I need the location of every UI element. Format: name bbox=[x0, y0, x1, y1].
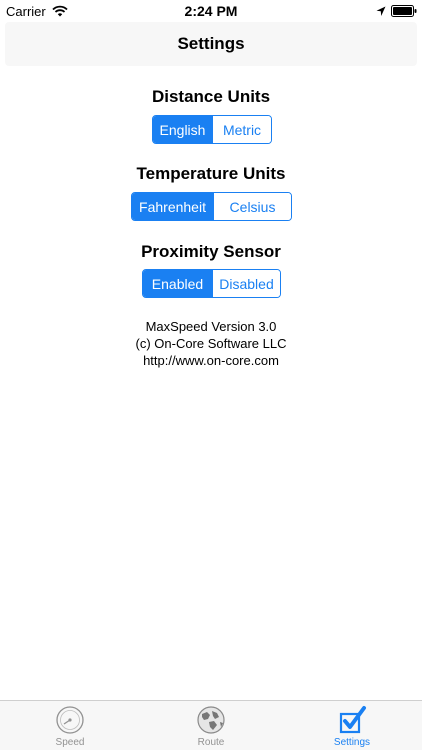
speedometer-icon bbox=[55, 705, 85, 735]
about-info: MaxSpeed Version 3.0 (c) On-Core Softwar… bbox=[0, 318, 422, 369]
status-bar: Carrier 2:24 PM bbox=[0, 0, 422, 22]
temperature-celsius-segment[interactable]: Celsius bbox=[213, 193, 291, 220]
proximity-enabled-segment[interactable]: Enabled bbox=[143, 270, 212, 297]
distance-metric-segment[interactable]: Metric bbox=[212, 116, 271, 143]
proximity-sensor-control[interactable]: Enabled Disabled bbox=[142, 269, 281, 298]
tab-route-label: Route bbox=[197, 737, 225, 748]
website-text: http://www.on-core.com bbox=[143, 353, 279, 368]
location-icon bbox=[376, 5, 386, 20]
temperature-units-title: Temperature Units bbox=[136, 164, 286, 183]
tab-settings[interactable]: Settings bbox=[282, 701, 422, 751]
tab-speed[interactable]: Speed bbox=[0, 701, 140, 751]
tab-route[interactable]: Route bbox=[141, 701, 281, 751]
navigation-bar: Settings bbox=[5, 22, 417, 66]
page-title: Settings bbox=[177, 34, 245, 53]
proximity-disabled-segment[interactable]: Disabled bbox=[212, 270, 280, 297]
battery-icon bbox=[391, 5, 417, 20]
proximity-sensor-title: Proximity Sensor bbox=[141, 242, 281, 261]
distance-units-title: Distance Units bbox=[151, 87, 271, 106]
temperature-units-control[interactable]: Fahrenheit Celsius bbox=[131, 192, 292, 221]
distance-english-segment[interactable]: English bbox=[153, 116, 212, 143]
globe-icon bbox=[196, 705, 226, 735]
clock: 2:24 PM bbox=[184, 3, 238, 19]
tab-speed-label: Speed bbox=[55, 737, 85, 748]
version-text: MaxSpeed Version 3.0 bbox=[145, 319, 277, 334]
tab-settings-label: Settings bbox=[333, 737, 371, 748]
checkbox-icon bbox=[337, 705, 367, 735]
copyright-text: (c) On-Core Software LLC bbox=[135, 336, 287, 351]
temperature-fahrenheit-segment[interactable]: Fahrenheit bbox=[132, 193, 213, 220]
distance-units-control[interactable]: English Metric bbox=[152, 115, 272, 144]
tab-bar: Speed Route Settings bbox=[0, 700, 422, 750]
